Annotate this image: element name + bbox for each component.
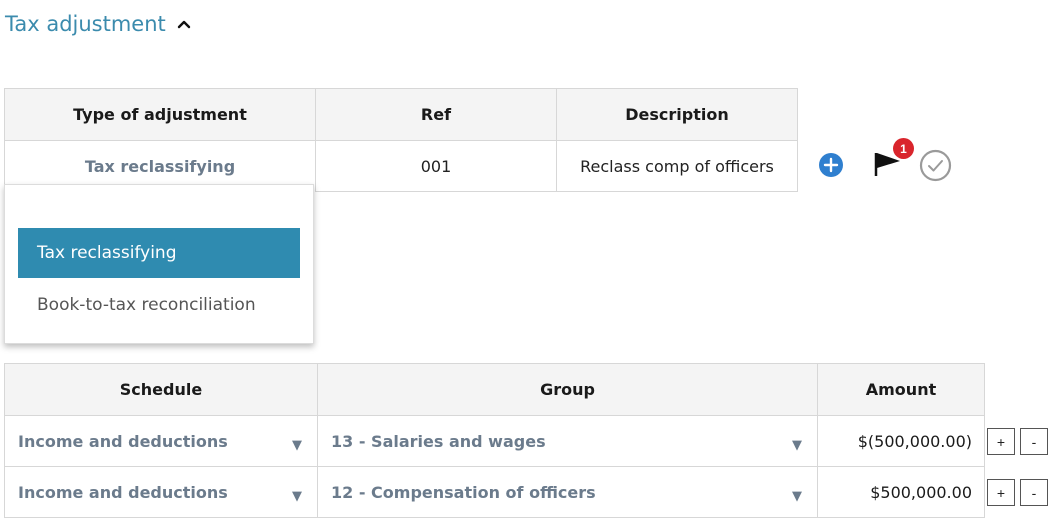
dropdown-option-book-to-tax[interactable]: Book-to-tax reconciliation xyxy=(18,280,300,330)
add-row-button[interactable]: + xyxy=(987,428,1015,455)
dropdown-arrow-icon[interactable]: ▼ xyxy=(292,438,302,453)
header-type-of-adjustment: Type of adjustment xyxy=(4,88,316,141)
adjustment-table: Type of adjustment Ref Description Tax r… xyxy=(4,88,798,192)
group-value: 13 - Salaries and wages xyxy=(331,431,546,451)
schedule-select[interactable]: Income and deductions ▼ xyxy=(4,415,318,467)
ref-field[interactable]: 001 xyxy=(315,140,557,192)
section-title: Tax adjustment xyxy=(5,12,166,36)
schedule-select[interactable]: Income and deductions ▼ xyxy=(4,466,318,518)
chevron-up-icon[interactable] xyxy=(176,16,192,32)
schedule-value: Income and deductions xyxy=(18,482,228,502)
dropdown-arrow-icon[interactable]: ▼ xyxy=(292,489,302,504)
adjustment-type-dropdown: Tax reclassifying Book-to-tax reconcilia… xyxy=(4,184,314,344)
table-row: Income and deductions ▼ 13 - Salaries an… xyxy=(4,415,985,467)
dropdown-option-tax-reclassifying[interactable]: Tax reclassifying xyxy=(18,228,300,278)
plus-circle-icon[interactable] xyxy=(818,152,844,178)
dropdown-arrow-icon[interactable]: ▼ xyxy=(792,489,802,504)
header-schedule: Schedule xyxy=(4,363,318,416)
schedule-value: Income and deductions xyxy=(18,431,228,451)
amount-field[interactable]: $500,000.00 xyxy=(817,466,985,518)
header-group: Group xyxy=(317,363,818,416)
group-value: 12 - Compensation of officers xyxy=(331,482,596,502)
header-description: Description xyxy=(556,88,798,141)
table-row: Income and deductions ▼ 12 - Compensatio… xyxy=(4,466,985,518)
remove-row-button[interactable]: - xyxy=(1020,428,1048,455)
check-circle-icon[interactable] xyxy=(919,149,952,182)
dropdown-arrow-icon[interactable]: ▼ xyxy=(792,438,802,453)
header-ref: Ref xyxy=(315,88,557,141)
schedule-table: Schedule Group Amount Income and deducti… xyxy=(4,363,985,518)
add-row-button[interactable]: + xyxy=(987,479,1015,506)
description-field[interactable]: Reclass comp of officers xyxy=(556,140,798,192)
group-select[interactable]: 12 - Compensation of officers ▼ xyxy=(317,466,818,518)
remove-row-button[interactable]: - xyxy=(1020,479,1048,506)
section-header[interactable]: Tax adjustment xyxy=(5,12,192,36)
header-amount: Amount xyxy=(817,363,985,416)
amount-field[interactable]: $(500,000.00) xyxy=(817,415,985,467)
flag-button[interactable]: 1 xyxy=(872,138,914,178)
flag-count-badge: 1 xyxy=(893,138,914,159)
group-select[interactable]: 13 - Salaries and wages ▼ xyxy=(317,415,818,467)
